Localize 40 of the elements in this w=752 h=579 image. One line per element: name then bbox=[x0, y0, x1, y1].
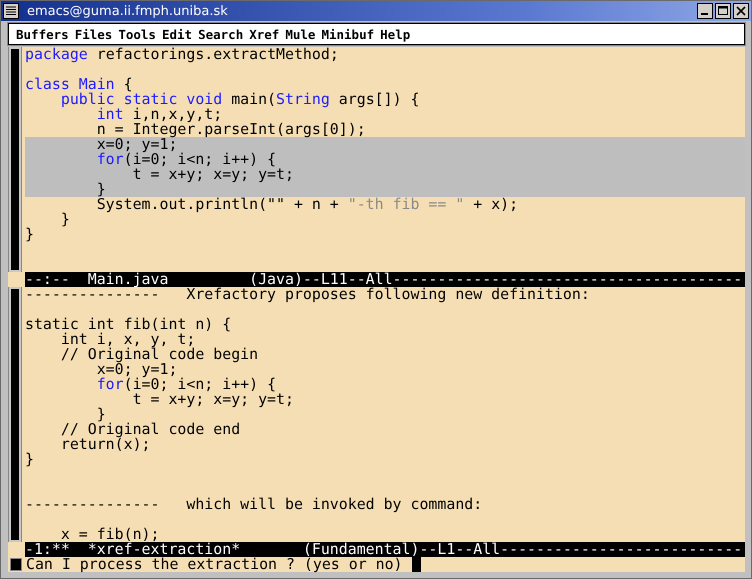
minibuffer-prompt: Can I process the extraction ? (yes or no) bbox=[26, 557, 403, 572]
code-line: // Original code end bbox=[60, 422, 242, 437]
text-cursor bbox=[412, 557, 420, 572]
code-line: class Main { bbox=[25, 77, 133, 92]
menu-item[interactable]: Mule bbox=[282, 26, 318, 42]
menu-item[interactable]: Search bbox=[195, 26, 246, 42]
code-line: return(x); bbox=[60, 437, 151, 452]
code-line: // Original code begin bbox=[60, 347, 260, 362]
code-line: int i,n,x,y,t; bbox=[96, 107, 222, 122]
menu-item[interactable]: Buffers bbox=[13, 26, 72, 42]
code-line: --------------- which will be invoked by command: bbox=[25, 497, 484, 512]
menu-item[interactable]: Files bbox=[72, 26, 116, 42]
code-line: } bbox=[25, 452, 35, 467]
code-line: } bbox=[25, 227, 35, 242]
menu-item[interactable]: Edit bbox=[158, 26, 196, 42]
maximize-icon[interactable] bbox=[715, 3, 731, 19]
window-title: emacs@guma.ii.fmph.uniba.sk bbox=[27, 4, 229, 18]
window-menu-icon[interactable] bbox=[3, 3, 19, 19]
minibuffer-indicator bbox=[10, 558, 22, 571]
code-line: System.out.println("" + n + "-th fib == " + x); bbox=[96, 197, 520, 212]
code-line: x=0; y=1; bbox=[96, 362, 178, 377]
code-line: } bbox=[60, 212, 71, 227]
code-line: public static void main(String args[]) { bbox=[60, 92, 420, 107]
code-line: n = Integer.parseInt(args[0]); bbox=[96, 122, 367, 137]
scrollbar[interactable] bbox=[8, 287, 22, 542]
close-icon[interactable] bbox=[733, 3, 749, 19]
code-line: package refactorings.extractMethod; bbox=[25, 47, 340, 62]
code-line: int i, x, y, t; bbox=[60, 332, 196, 347]
menu-item[interactable]: Tools bbox=[115, 26, 159, 42]
code-line: --------------- Xrefactory proposes following new definition: bbox=[25, 287, 591, 302]
code-line: for(i=0; i<n; i++) { bbox=[96, 377, 278, 392]
code-line: x = fib(n); bbox=[60, 527, 160, 542]
code-line: t = x+y; x=y; y=t; bbox=[132, 392, 295, 407]
menu-item[interactable]: Minibuf bbox=[318, 26, 378, 42]
code-line: static int fib(int n) { bbox=[25, 317, 232, 332]
code-line: } bbox=[96, 407, 106, 422]
scrollbar[interactable] bbox=[8, 47, 22, 272]
minimize-icon[interactable] bbox=[697, 3, 713, 19]
menu-item[interactable]: Xref bbox=[246, 26, 282, 42]
menu-item[interactable]: Help bbox=[377, 26, 414, 42]
